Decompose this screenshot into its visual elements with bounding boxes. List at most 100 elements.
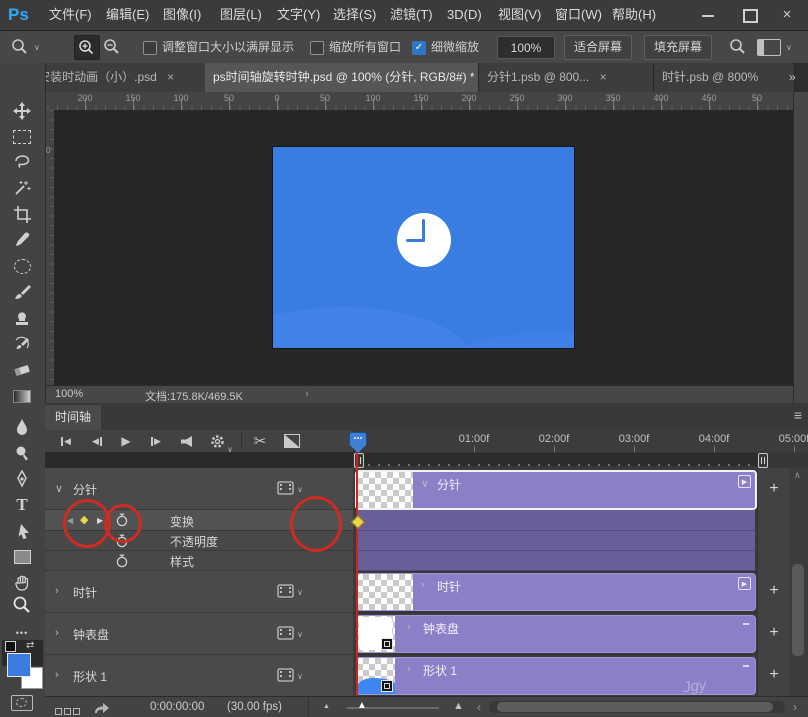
panel-menu-icon[interactable]: ≡ bbox=[794, 407, 802, 423]
video-track-icon[interactable] bbox=[277, 481, 295, 495]
track-caret-icon[interactable]: ∨ bbox=[297, 672, 303, 681]
clip-chevron-icon[interactable]: ∨ bbox=[421, 477, 429, 490]
transform-property-strip[interactable] bbox=[356, 510, 755, 531]
pen-tool[interactable] bbox=[8, 467, 36, 491]
menu-view[interactable]: 视图(V) bbox=[489, 0, 550, 30]
clip-chevron-icon[interactable]: › bbox=[407, 621, 411, 633]
scrollbar-thumb[interactable] bbox=[497, 702, 773, 712]
zoom-tool-caret-icon[interactable]: ∨ bbox=[34, 43, 40, 52]
scrubby-zoom-checkbox[interactable]: ✓ bbox=[412, 41, 426, 55]
track-caret-icon[interactable]: ∨ bbox=[297, 588, 303, 597]
video-track-icon[interactable] bbox=[277, 668, 295, 682]
menu-layer[interactable]: 图层(L) bbox=[211, 0, 271, 30]
zoom-out-button[interactable] bbox=[102, 38, 122, 59]
search-icon[interactable] bbox=[728, 38, 748, 59]
settings-caret-icon[interactable]: ∨ bbox=[227, 445, 233, 454]
transition-icon[interactable] bbox=[283, 433, 301, 449]
video-track-icon[interactable] bbox=[277, 626, 295, 640]
gradient-tool[interactable] bbox=[8, 384, 36, 408]
crop-tool[interactable] bbox=[8, 202, 36, 226]
canvas-area[interactable] bbox=[54, 110, 793, 385]
menu-window[interactable]: 窗口(W) bbox=[546, 0, 611, 30]
workspace-caret-icon[interactable]: ∨ bbox=[786, 43, 792, 52]
history-brush-tool[interactable] bbox=[8, 332, 36, 356]
zoom-tool-selected[interactable] bbox=[8, 593, 36, 617]
timeline-settings-gear-icon[interactable] bbox=[208, 433, 226, 449]
track-row-hour-hand[interactable]: › 时针 ∨ bbox=[45, 571, 353, 613]
chevron-right-icon[interactable]: › bbox=[55, 669, 59, 681]
maximize-icon[interactable] bbox=[732, 0, 766, 30]
eyedropper-tool[interactable] bbox=[8, 228, 36, 252]
foreground-color-swatch[interactable] bbox=[7, 653, 31, 677]
default-colors-icon[interactable] bbox=[5, 641, 16, 652]
scroll-left-icon[interactable]: ‹ bbox=[477, 700, 481, 714]
track-caret-icon[interactable]: ∨ bbox=[297, 630, 303, 639]
menu-filter[interactable]: 滤镜(T) bbox=[381, 0, 442, 30]
video-track-icon[interactable] bbox=[277, 584, 295, 598]
menu-file[interactable]: 文件(F) bbox=[40, 0, 101, 30]
scroll-up-icon[interactable]: ∧ bbox=[794, 470, 801, 481]
chevron-right-icon[interactable]: › bbox=[55, 585, 59, 597]
track-caret-icon[interactable]: ∨ bbox=[297, 485, 303, 494]
zoom-in-button[interactable] bbox=[74, 35, 100, 60]
add-media-button[interactable]: + bbox=[765, 624, 783, 642]
type-tool[interactable]: T bbox=[8, 493, 36, 517]
move-tool[interactable] bbox=[8, 99, 36, 123]
chevron-right-icon[interactable]: › bbox=[55, 627, 59, 639]
chevron-down-icon[interactable]: ∨ bbox=[55, 482, 63, 495]
eraser-tool[interactable] bbox=[8, 358, 36, 382]
lasso-tool[interactable] bbox=[8, 150, 36, 174]
clip-clock-face[interactable]: › 钟表盘 bbox=[356, 615, 756, 653]
artboard[interactable] bbox=[273, 147, 574, 348]
close-icon[interactable]: × bbox=[770, 0, 804, 30]
style-property-strip[interactable] bbox=[356, 551, 755, 571]
tab-overflow-icon[interactable]: » bbox=[789, 70, 796, 84]
clip-hour-hand[interactable]: › 时针 ▶ bbox=[356, 573, 756, 611]
tab-document-4[interactable]: 时针.psb @ 800% bbox=[654, 63, 795, 92]
timeline-vertical-scrollbar[interactable]: ∧ bbox=[789, 468, 808, 696]
play-button[interactable]: ▶ bbox=[117, 433, 135, 449]
tab-document-2-active[interactable]: ps时间轴旋转时钟.psd @ 100% (分针, RGB/8#) * × bbox=[205, 63, 479, 92]
track-row-shape-1[interactable]: › 形状 1 ∨ bbox=[45, 655, 353, 697]
menu-edit[interactable]: 编辑(E) bbox=[97, 0, 158, 30]
add-media-button[interactable]: + bbox=[765, 480, 783, 498]
timeline-ruler[interactable]: 01:00f 02:00f 03:00f 04:00f 05:00f bbox=[353, 430, 808, 452]
zoom-value-input[interactable] bbox=[497, 36, 555, 59]
audio-mute-icon[interactable] bbox=[178, 433, 194, 449]
menu-select[interactable]: 选择(S) bbox=[324, 0, 385, 30]
quick-mask-icon[interactable] bbox=[11, 695, 33, 711]
previous-frame-button[interactable]: ◀ bbox=[88, 433, 106, 449]
scrollbar-thumb[interactable] bbox=[792, 564, 804, 656]
timeline-horizontal-scrollbar[interactable] bbox=[489, 701, 785, 713]
clip-end-icon[interactable]: ▶ bbox=[738, 475, 751, 488]
clip-chevron-icon[interactable]: › bbox=[421, 579, 425, 591]
tab-close-icon[interactable]: × bbox=[600, 70, 607, 84]
property-row-style[interactable]: 样式 bbox=[45, 551, 353, 571]
clip-minute-hand[interactable]: ∨ 分针 ▶ bbox=[355, 470, 757, 510]
menu-help[interactable]: 帮助(H) bbox=[603, 0, 665, 30]
magic-wand-tool[interactable] bbox=[8, 176, 36, 200]
clip-chevron-icon[interactable]: › bbox=[407, 663, 411, 675]
clip-end-icon[interactable]: ▶ bbox=[738, 577, 751, 590]
swap-colors-icon[interactable]: ⇄ bbox=[26, 640, 34, 651]
first-frame-button[interactable]: ◀ bbox=[57, 433, 75, 449]
current-timecode[interactable]: 0:00:00:00 bbox=[150, 701, 204, 713]
scroll-right-icon[interactable]: › bbox=[793, 700, 797, 714]
opacity-property-strip[interactable] bbox=[356, 531, 755, 551]
next-frame-button[interactable]: ▶ bbox=[147, 433, 165, 449]
status-chevron-icon[interactable]: › bbox=[305, 388, 309, 400]
zoom-slider-thumb[interactable]: ▲ bbox=[357, 700, 367, 711]
split-clip-scissors-icon[interactable]: ✂ bbox=[250, 433, 270, 449]
render-video-arrow-icon[interactable] bbox=[93, 701, 110, 717]
workspace-panel-icon[interactable] bbox=[757, 39, 781, 56]
tab-document-3[interactable]: 分针1.psb @ 800... × bbox=[479, 63, 654, 92]
brush-tool[interactable] bbox=[8, 280, 36, 304]
fit-screen-button[interactable]: 适合屏幕 bbox=[564, 35, 632, 60]
menu-type[interactable]: 文字(Y) bbox=[268, 0, 329, 30]
track-row-clock-face[interactable]: › 钟表盘 ∨ bbox=[45, 613, 353, 655]
menu-3d[interactable]: 3D(D) bbox=[438, 0, 491, 30]
status-zoom-value[interactable]: 100% bbox=[55, 388, 83, 400]
menu-image[interactable]: 图像(I) bbox=[154, 0, 210, 30]
zoom-all-checkbox[interactable] bbox=[310, 41, 324, 55]
add-media-button[interactable]: + bbox=[765, 582, 783, 600]
